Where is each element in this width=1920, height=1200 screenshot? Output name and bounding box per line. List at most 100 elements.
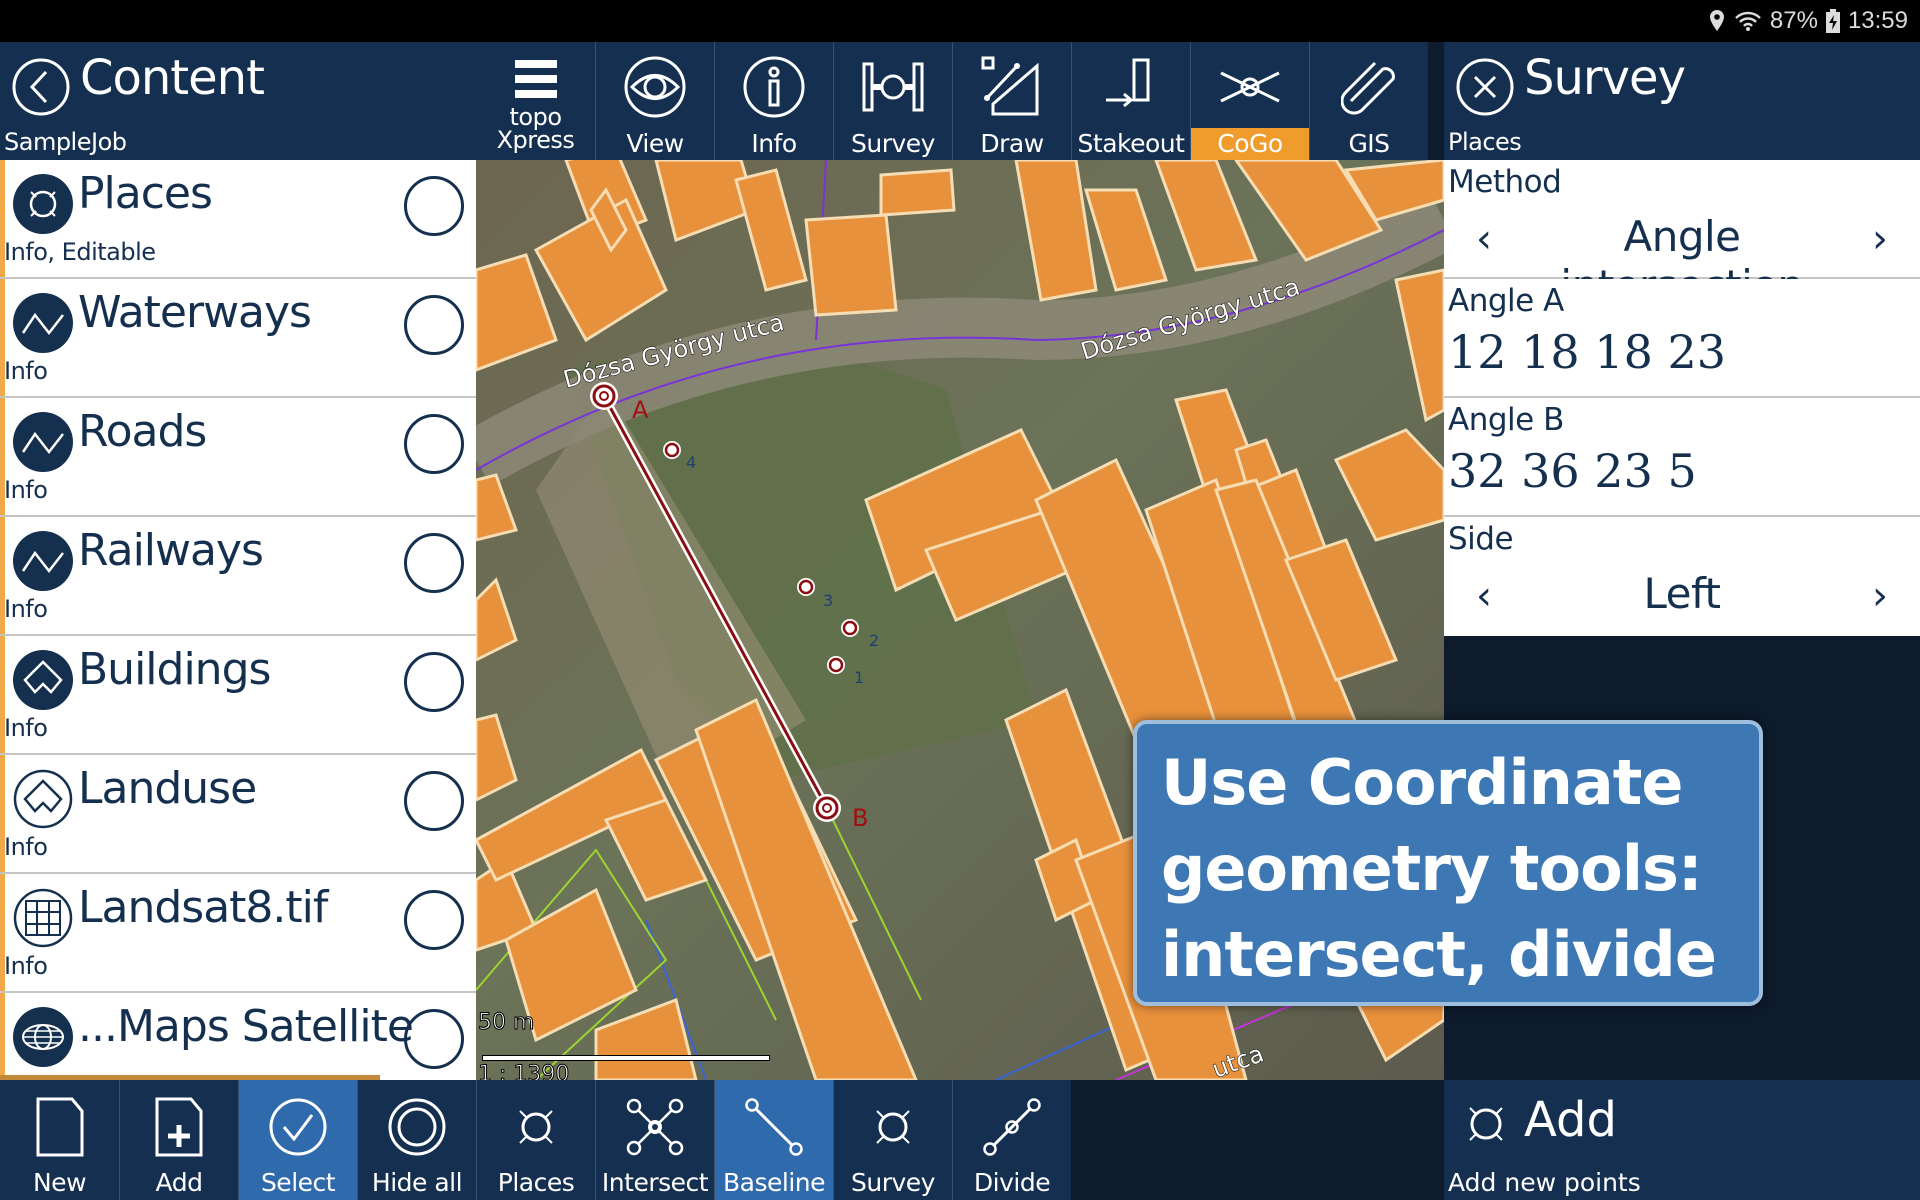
- layer-row-waterways[interactable]: Waterways Info: [0, 279, 476, 398]
- survey-point[interactable]: [841, 619, 859, 637]
- point-label: 4: [686, 453, 696, 472]
- toolbar-gis[interactable]: GIS: [1309, 42, 1428, 160]
- toolbar-label: CoGo: [1191, 128, 1309, 160]
- point-target-icon: [876, 1110, 910, 1144]
- scale-length: 50 m: [477, 1010, 535, 1036]
- toolbar-draw[interactable]: Draw: [952, 42, 1071, 160]
- location-icon: [1708, 9, 1726, 33]
- bottom-survey-button[interactable]: Survey: [833, 1080, 952, 1200]
- toolbar-topo-xpress-menu[interactable]: topo Xpress: [476, 42, 595, 160]
- layer-visibility-toggle[interactable]: [404, 652, 464, 712]
- layer-name: Buildings: [78, 644, 271, 695]
- info-icon: [743, 56, 805, 118]
- layer-visibility-toggle[interactable]: [404, 771, 464, 831]
- polyline-icon: [13, 293, 73, 353]
- layer-visibility-toggle[interactable]: [404, 176, 464, 236]
- point-label: B: [852, 804, 868, 832]
- hide-all-icon: [388, 1098, 446, 1156]
- layer-row-railways[interactable]: Railways Info: [0, 517, 476, 636]
- angle-b-field[interactable]: Angle B 32 36 23 5: [1444, 398, 1920, 517]
- layer-visibility-toggle[interactable]: [404, 533, 464, 593]
- side-field: Side ‹ Left ›: [1444, 517, 1920, 636]
- layer-row-maps-satellite[interactable]: ...Maps Satellite: [0, 993, 476, 1080]
- wifi-icon: [1734, 10, 1762, 32]
- bottom-select-button[interactable]: Select: [238, 1080, 357, 1200]
- method-selector[interactable]: ‹ Angle intersection ›: [1444, 212, 1920, 310]
- toolbar-survey[interactable]: Survey: [833, 42, 952, 160]
- bottom-places-button[interactable]: Places: [476, 1080, 595, 1200]
- close-button[interactable]: [1456, 58, 1514, 116]
- survey-instrument-icon: [862, 62, 924, 112]
- bottom-label: Survey: [851, 1168, 935, 1197]
- survey-point[interactable]: [797, 578, 815, 596]
- layer-properties: Info: [4, 476, 48, 504]
- angle-a-field[interactable]: Angle A 12 18 18 23: [1444, 279, 1920, 398]
- angle-b-input[interactable]: 32 36 23 5: [1448, 444, 1697, 498]
- draw-icon: [981, 56, 1039, 116]
- toolbar-cogo[interactable]: CoGo: [1190, 42, 1309, 160]
- side-next-button[interactable]: ›: [1860, 573, 1900, 619]
- new-document-icon: [36, 1097, 83, 1157]
- toolbar-label: Info: [751, 129, 797, 158]
- bottom-new-button[interactable]: New: [0, 1080, 119, 1200]
- layer-row-landsat8[interactable]: Landsat8.tif Info: [0, 874, 476, 993]
- layer-row-places[interactable]: Places Info, Editable: [0, 160, 476, 279]
- baseline-point-a[interactable]: [590, 382, 618, 410]
- status-bar: 87% 13:59: [0, 0, 1920, 42]
- layer-name: Railways: [78, 525, 264, 576]
- layer-properties: Info: [4, 714, 48, 742]
- angle-b-label: Angle B: [1448, 402, 1564, 438]
- intersect-icon: [626, 1098, 684, 1156]
- bottom-baseline-button[interactable]: Baseline: [714, 1080, 833, 1200]
- bottom-label: New: [32, 1168, 87, 1197]
- method-prev-button[interactable]: ‹: [1464, 216, 1504, 262]
- layer-row-landuse[interactable]: Landuse Info: [0, 755, 476, 874]
- side-selector[interactable]: ‹ Left ›: [1444, 569, 1920, 629]
- battery-percent: 87%: [1769, 7, 1818, 34]
- layer-name: Places: [78, 168, 213, 219]
- bottom-hide-all-button[interactable]: Hide all: [357, 1080, 476, 1200]
- point-label: 1: [854, 668, 864, 687]
- toolbar-view[interactable]: View: [595, 42, 714, 160]
- layer-visibility-toggle[interactable]: [404, 414, 464, 474]
- hamburger-menu-icon: [514, 60, 557, 98]
- survey-panel-header: Survey Places: [1444, 42, 1920, 160]
- bottom-add-button[interactable]: Add: [119, 1080, 238, 1200]
- side-label: Side: [1448, 521, 1514, 557]
- bottom-intersect-button[interactable]: Intersect: [595, 1080, 714, 1200]
- layer-visibility-toggle[interactable]: [404, 890, 464, 950]
- baseline-point-b[interactable]: [813, 794, 841, 822]
- promo-callout: Use Coordinate geometry tools: intersect…: [1133, 720, 1763, 1006]
- survey-point[interactable]: [827, 656, 845, 674]
- back-button[interactable]: [12, 58, 70, 116]
- layer-visibility-toggle[interactable]: [404, 295, 464, 355]
- point-target-icon: [1469, 1107, 1503, 1141]
- layer-row-roads[interactable]: Roads Info: [0, 398, 476, 517]
- layer-properties: Info: [4, 952, 48, 980]
- method-next-button[interactable]: ›: [1860, 216, 1900, 262]
- angle-a-input[interactable]: 12 18 18 23: [1448, 325, 1726, 379]
- side-prev-button[interactable]: ‹: [1464, 573, 1504, 619]
- layer-name: Landuse: [78, 763, 257, 814]
- layer-visibility-toggle[interactable]: [404, 1009, 464, 1069]
- add-document-icon: [155, 1097, 203, 1157]
- toolbar-stakeout[interactable]: Stakeout: [1071, 42, 1190, 160]
- divide-icon: [983, 1098, 1041, 1156]
- add-points-subtitle: Add new points: [1448, 1168, 1641, 1197]
- battery-charging-icon: [1825, 9, 1840, 33]
- angle-a-label: Angle A: [1448, 283, 1564, 319]
- polygon-icon: [13, 650, 73, 710]
- add-points-button[interactable]: Add Add new points: [1444, 1080, 1920, 1200]
- survey-point[interactable]: [663, 441, 681, 459]
- bottom-label: Places: [497, 1168, 575, 1197]
- close-circle-icon: [1456, 58, 1514, 116]
- map-scale-bar: 50 m 1 : 1390: [476, 1010, 776, 1080]
- toolbar-info[interactable]: Info: [714, 42, 833, 160]
- layer-row-buildings[interactable]: Buildings Info: [0, 636, 476, 755]
- bottom-label: Select: [260, 1168, 336, 1197]
- method-label: Method: [1448, 164, 1562, 200]
- globe-icon: [13, 1007, 73, 1067]
- bottom-divide-button[interactable]: Divide: [952, 1080, 1071, 1200]
- clock: 13:59: [1847, 7, 1908, 34]
- bottom-toolbar: New Add Select Hide all Places Intersect…: [0, 1080, 1920, 1200]
